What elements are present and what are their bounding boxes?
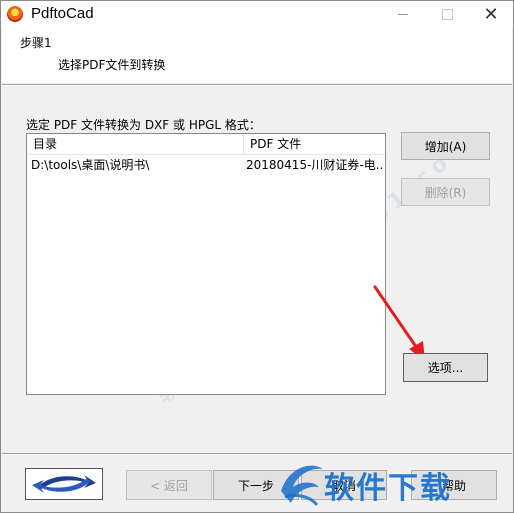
close-button[interactable]: ✕ bbox=[469, 1, 513, 28]
minimize-button[interactable] bbox=[381, 1, 425, 28]
pdf-file-list[interactable]: 目录 PDF 文件 D:\tools\桌面\说明书\ 20180415-川财证券… bbox=[26, 133, 386, 395]
options-button[interactable]: 选项... bbox=[403, 353, 488, 382]
app-icon[interactable] bbox=[7, 6, 23, 22]
close-icon: ✕ bbox=[483, 4, 499, 25]
list-item[interactable]: D:\tools\桌面\说明书\ 20180415-川财证券-电... bbox=[27, 156, 385, 174]
step-title: 步骤1 bbox=[20, 36, 52, 50]
minimize-icon bbox=[398, 14, 408, 15]
delete-button[interactable]: 删除(R) bbox=[401, 178, 490, 206]
app-window: PdftoCad ✕ 步骤1 选择PDF文件到转换 软件学堂 www.xue51… bbox=[0, 0, 514, 513]
list-header: 目录 PDF 文件 bbox=[27, 134, 385, 155]
step-description: 选择PDF文件到转换 bbox=[58, 58, 166, 72]
add-button[interactable]: 增加(A) bbox=[401, 132, 490, 160]
window-title: PdftoCad bbox=[31, 5, 94, 22]
list-item-directory: D:\tools\桌面\说明书\ bbox=[31, 158, 150, 172]
column-header-directory[interactable]: 目录 bbox=[27, 134, 244, 154]
file-list-label: 选定 PDF 文件转换为 DXF 或 HPGL 格式： bbox=[26, 118, 261, 132]
maximize-button[interactable] bbox=[425, 1, 469, 28]
back-button[interactable]: < 返回 bbox=[126, 470, 212, 500]
title-bar[interactable]: PdftoCad ✕ bbox=[1, 1, 513, 28]
header-divider bbox=[2, 84, 512, 86]
column-header-pdf-file[interactable]: PDF 文件 bbox=[244, 134, 385, 154]
wizard-header: 步骤1 选择PDF文件到转换 bbox=[2, 28, 512, 83]
swirl-logo-icon bbox=[32, 475, 96, 493]
brand-watermark-text: 软件下载 bbox=[324, 471, 452, 506]
app-logo bbox=[25, 468, 103, 500]
list-item-filename: 20180415-川财证券-电... bbox=[246, 158, 384, 172]
maximize-icon bbox=[441, 9, 453, 20]
